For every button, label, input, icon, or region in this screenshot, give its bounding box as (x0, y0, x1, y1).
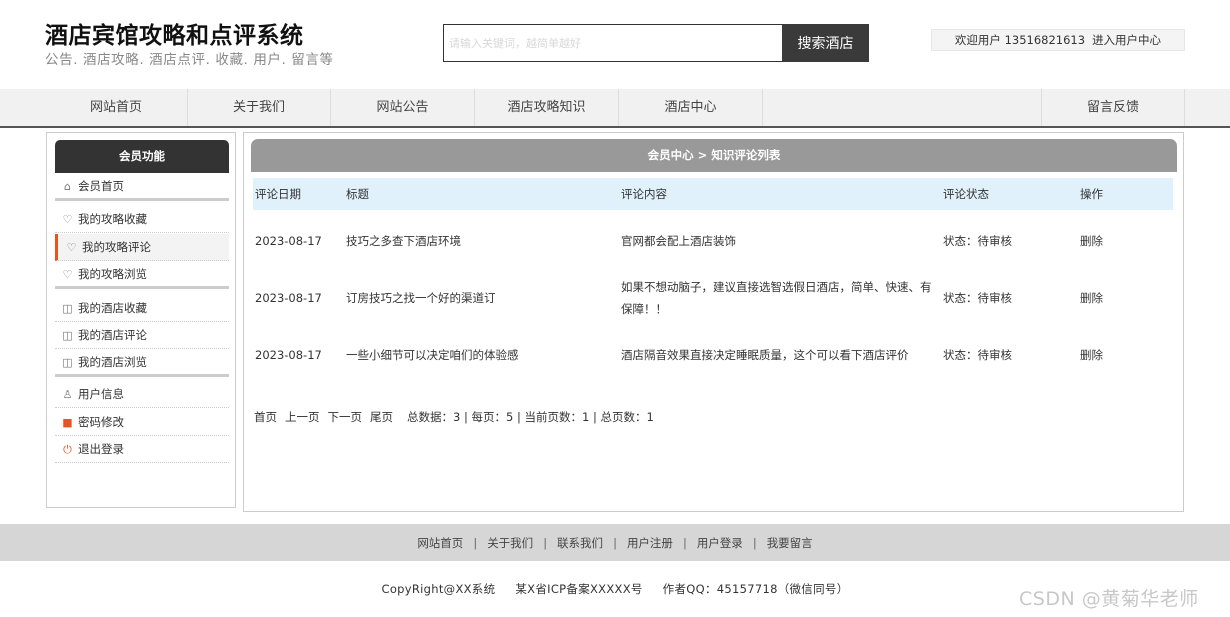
search-input[interactable] (443, 24, 782, 62)
footer-link-contact[interactable]: 联系我们 (557, 535, 603, 551)
sidebar-item-guide-comments[interactable]: ♡ 我的攻略评论 (55, 234, 229, 261)
sidebar-item-guide-history[interactable]: ♡ 我的攻略浏览 (55, 262, 229, 289)
first-page-link[interactable]: 首页 (254, 409, 277, 425)
site-subtitle: 公告. 酒店攻略. 酒店点评. 收藏. 用户. 留言等 (45, 52, 334, 68)
badge-icon: ♡ (66, 240, 77, 254)
sidebar-item-hotel-history[interactable]: ◫ 我的酒店浏览 (55, 350, 229, 377)
column-header-content: 评论内容 (621, 187, 667, 201)
row-title: 一些小细节可以决定咱们的体验感 (346, 347, 519, 362)
sidebar-item-label: 会员首页 (78, 178, 124, 193)
sidebar-item-label: 我的攻略评论 (82, 239, 151, 254)
sidebar-item-hotel-favorites[interactable]: ◫ 我的酒店收藏 (55, 295, 229, 322)
table-header: 评论日期 标题 评论内容 评论状态 操作 (253, 178, 1173, 210)
nav-item-hotels[interactable]: 酒店中心 (619, 89, 763, 126)
row-content: 官网都会配上酒店装饰 (621, 233, 736, 248)
user-center-link[interactable]: 进入用户中心 (1092, 32, 1161, 48)
footer-link-home[interactable]: 网站首页 (417, 535, 463, 551)
row-title: 订房技巧之找一个好的渠道订 (346, 290, 496, 305)
power-icon: ⏻ (63, 442, 72, 456)
footer-separator: | (613, 535, 617, 550)
watermark: CSDN @黄菊华老师 (1019, 588, 1199, 610)
main-panel: 会员中心 > 知识评论列表 评论日期 标题 评论内容 评论状态 操作 2023-… (243, 132, 1184, 512)
column-header-action: 操作 (1080, 187, 1103, 201)
sidebar-item-label: 我的酒店收藏 (78, 300, 147, 315)
footer-link-login[interactable]: 用户登录 (697, 535, 743, 551)
nav-item-notice[interactable]: 网站公告 (331, 89, 475, 126)
row-title: 技巧之多查下酒店环境 (346, 233, 461, 248)
badge-icon: ♡ (62, 212, 73, 226)
sidebar-item-label: 密码修改 (78, 414, 124, 429)
footer-separator: | (543, 535, 548, 550)
sidebar-item-guide-favorites[interactable]: ♡ 我的攻略收藏 (55, 206, 229, 233)
search-hotel-button[interactable]: 搜索酒店 (782, 24, 869, 62)
row-date: 2023-08-17 (255, 233, 322, 248)
nav-item-guides[interactable]: 酒店攻略知识 (475, 89, 619, 126)
delete-link[interactable]: 删除 (1080, 269, 1103, 326)
footer-link-about[interactable]: 关于我们 (487, 535, 533, 551)
next-page-link[interactable]: 下一页 (328, 409, 363, 425)
sidebar-item-label: 退出登录 (78, 441, 124, 456)
footer-nav: 网站首页 | 关于我们 | 联系我们 | 用户注册 | 用户登录 | 我要留言 (0, 524, 1230, 561)
nav-item-about[interactable]: 关于我们 (188, 89, 331, 126)
sidebar-item-label: 我的酒店浏览 (78, 354, 147, 369)
user-icon: ♙ (62, 387, 73, 401)
row-content: 如果不想动脑子，建议直接选智选假日酒店，简单、快速、有保障！！ (621, 279, 932, 316)
window-icon: ◫ (62, 328, 73, 342)
footer-separator: | (473, 535, 478, 550)
table-row: 2023-08-17 一些小细节可以决定咱们的体验感 酒店隔音效果直接决定睡眠质… (253, 326, 1173, 383)
window-icon: ◫ (62, 301, 73, 315)
footer-separator: | (752, 535, 757, 550)
pagination-info: 总数据：3 | 每页：5 | 当前页数：1 | 总页数：1 (407, 410, 654, 424)
sidebar-item-member-home[interactable]: ⌂ 会员首页 (55, 174, 229, 201)
footer-separator: | (682, 535, 687, 550)
sidebar-title: 会员功能 (55, 140, 229, 173)
sidebar-item-label: 我的攻略浏览 (78, 266, 147, 281)
column-header-title: 标题 (346, 187, 369, 201)
footer-link-register[interactable]: 用户注册 (627, 535, 673, 551)
sidebar-item-logout[interactable]: ⏻ 退出登录 (55, 436, 229, 463)
member-sidebar: 会员功能 ⌂ 会员首页 ♡ 我的攻略收藏 ♡ 我的攻略评论 ♡ 我的攻略浏览 ◫… (46, 132, 236, 508)
icp-text: 某X省ICP备案XXXXX号 (515, 582, 643, 596)
row-date: 2023-08-17 (255, 290, 322, 305)
footer-link-message[interactable]: 我要留言 (767, 535, 813, 551)
main-nav: 网站首页 关于我们 网站公告 酒店攻略知识 酒店中心 留言反馈 (0, 89, 1230, 128)
sidebar-item-label: 我的攻略收藏 (78, 211, 147, 226)
sidebar-item-hotel-comments[interactable]: ◫ 我的酒店评论 (55, 322, 229, 349)
nav-item-feedback[interactable]: 留言反馈 (1041, 89, 1185, 126)
table-row: 2023-08-17 订房技巧之找一个好的渠道订 如果不想动脑子，建议直接选智选… (253, 269, 1173, 326)
sidebar-item-label: 我的酒店评论 (78, 327, 147, 342)
welcome-box: 欢迎用户 13516821613 进入用户中心 (931, 29, 1185, 51)
home-icon: ⌂ (64, 179, 71, 193)
table-row: 2023-08-17 技巧之多查下酒店环境 官网都会配上酒店装饰 状态：待审核 … (253, 212, 1173, 269)
sidebar-item-user-info[interactable]: ♙ 用户信息 (55, 381, 229, 408)
site-title: 酒店宾馆攻略和点评系统 (45, 23, 304, 49)
last-page-link[interactable]: 尾页 (370, 409, 393, 425)
row-date: 2023-08-17 (255, 347, 322, 362)
copyright-text: CopyRight@XX系统 (381, 582, 496, 596)
row-status: 状态：待审核 (943, 347, 1012, 362)
row-status: 状态：待审核 (943, 233, 1012, 248)
panel-title: 会员中心 > 知识评论列表 (251, 139, 1177, 172)
delete-link[interactable]: 删除 (1080, 212, 1103, 269)
column-header-date: 评论日期 (255, 187, 301, 201)
sidebar-item-label: 用户信息 (78, 386, 124, 401)
delete-link[interactable]: 删除 (1080, 326, 1103, 383)
lock-icon: ■ (62, 415, 73, 429)
welcome-text: 欢迎用户 13516821613 (954, 33, 1086, 47)
window-icon: ◫ (62, 355, 73, 369)
sidebar-item-change-password[interactable]: ■ 密码修改 (55, 409, 229, 436)
column-header-status: 评论状态 (943, 187, 989, 201)
author-text: 作者QQ：45157718（微信同号） (662, 582, 849, 596)
nav-item-home[interactable]: 网站首页 (45, 89, 188, 126)
badge-icon: ♡ (62, 267, 73, 281)
pagination: 首页 上一页 下一页 尾页 总数据：3 | 每页：5 | 当前页数：1 | 总页… (254, 409, 654, 425)
prev-page-link[interactable]: 上一页 (285, 409, 320, 425)
row-status: 状态：待审核 (943, 290, 1012, 305)
row-content: 酒店隔音效果直接决定睡眠质量，这个可以看下酒店评价 (621, 347, 909, 362)
